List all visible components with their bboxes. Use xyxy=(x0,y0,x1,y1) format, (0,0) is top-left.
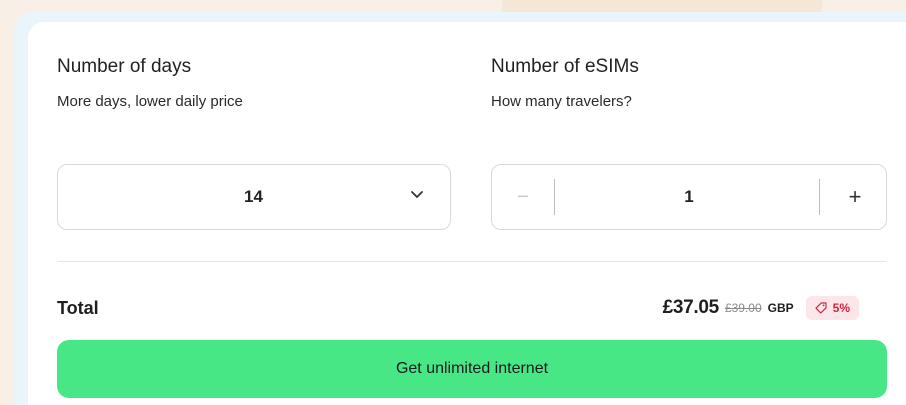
divider xyxy=(57,261,887,262)
discount-percent: 5% xyxy=(832,301,850,315)
esims-stepper: − 1 + xyxy=(491,164,887,230)
original-price: £39.00 xyxy=(724,301,762,315)
plus-icon: + xyxy=(848,184,862,209)
days-select-value: 14 xyxy=(244,187,263,206)
total-label: Total xyxy=(57,298,99,318)
days-title: Number of days xyxy=(57,56,192,77)
price-summary: £37.05 £39.00 GBP 5% xyxy=(663,296,859,320)
discount-badge: 5% xyxy=(805,296,859,320)
days-select[interactable]: 14 xyxy=(57,164,451,230)
stepper-divider-right xyxy=(819,179,820,215)
currency-code: GBP xyxy=(767,301,794,315)
esims-title: Number of eSIMs xyxy=(491,56,639,77)
chevron-down-icon xyxy=(411,191,423,198)
increment-button[interactable]: + xyxy=(824,165,886,229)
total-price: £37.05 xyxy=(662,297,720,318)
tag-icon xyxy=(815,302,827,314)
plan-options-card: Number of days More days, lower daily pr… xyxy=(28,22,906,405)
esims-subtitle: How many travelers? xyxy=(491,93,632,110)
get-unlimited-internet-button[interactable]: Get unlimited internet xyxy=(57,340,887,398)
days-subtitle: More days, lower daily price xyxy=(57,93,243,110)
